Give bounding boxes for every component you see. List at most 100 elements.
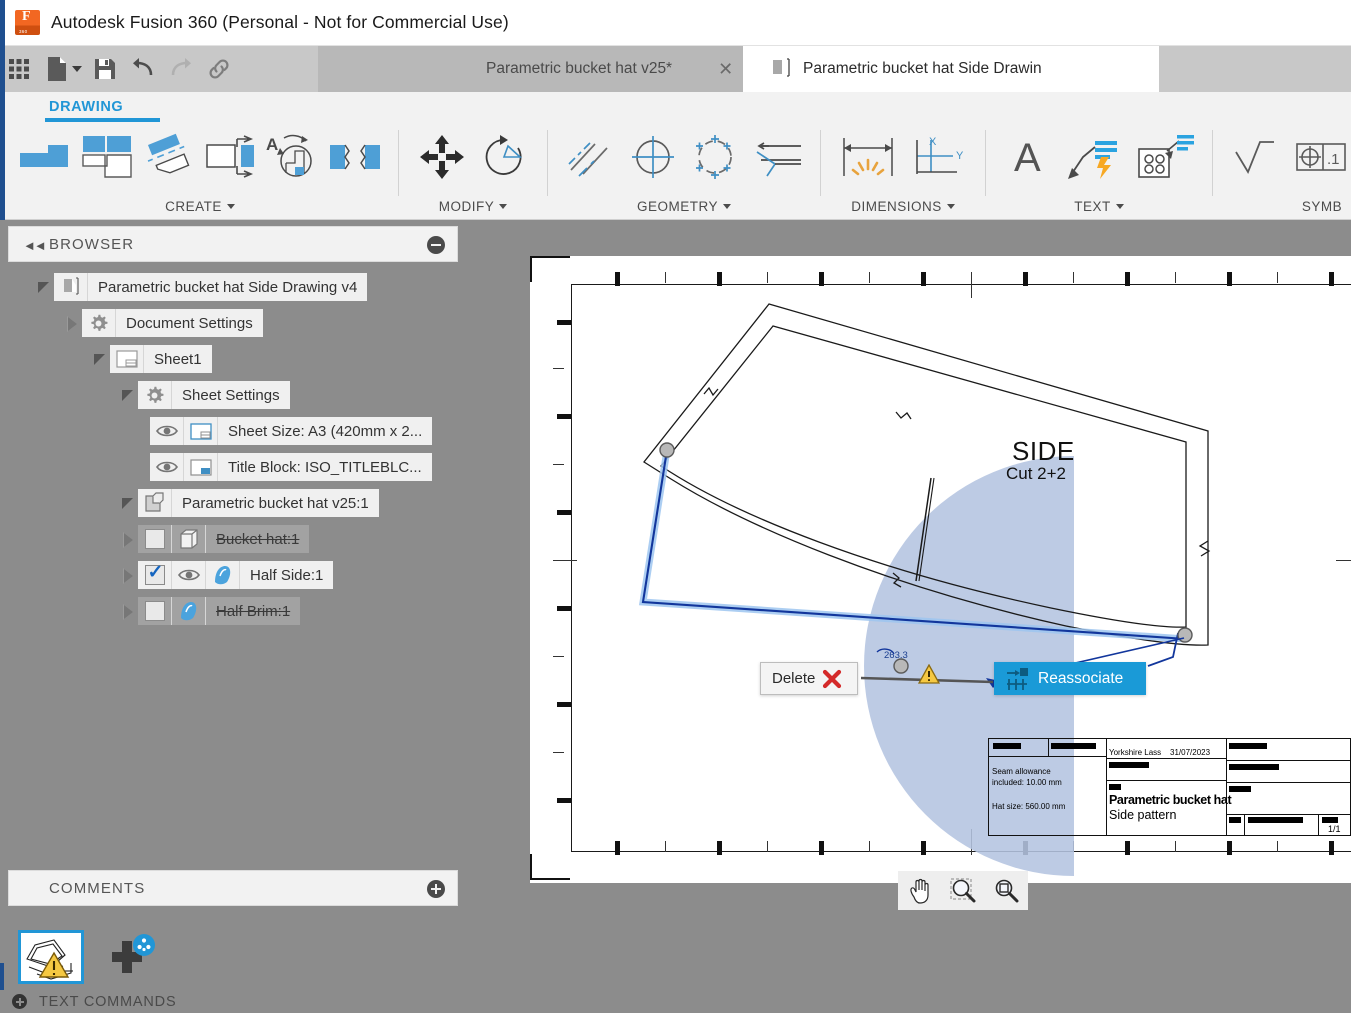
titleblock-title-line2: Side pattern <box>1109 808 1176 822</box>
app-grid-button[interactable] <box>0 50 38 88</box>
bolt-hole-circle-button[interactable] <box>684 126 746 188</box>
ribbon-panel-modify-label[interactable]: MODIFY <box>439 199 508 218</box>
warning-triangle-icon[interactable] <box>918 664 940 689</box>
ordinate-dimension-button[interactable]: X Y <box>903 126 973 188</box>
add-marker-icon[interactable] <box>104 934 160 980</box>
titleblock-bar <box>1322 817 1338 823</box>
reassociate-button[interactable]: Reassociate <box>994 662 1146 695</box>
grid-icon <box>8 58 30 80</box>
twisty-open-icon[interactable] <box>120 387 136 403</box>
tree-node-sheet-settings[interactable]: Sheet Settings <box>8 380 458 410</box>
window-title-bar: Autodesk Fusion 360 (Personal - Not for … <box>0 0 1351 46</box>
visibility-checkbox[interactable] <box>138 597 172 625</box>
twisty-closed-icon[interactable] <box>120 567 136 583</box>
twisty-open-icon[interactable] <box>92 351 108 367</box>
eye-icon[interactable] <box>172 561 206 589</box>
twisty-open-icon[interactable] <box>120 495 136 511</box>
minus-circle-icon[interactable] <box>427 236 445 254</box>
feature-control-frame-button[interactable]: .1 <box>1287 126 1351 188</box>
surface-icon <box>172 597 206 625</box>
zoom-button[interactable] <box>944 874 982 908</box>
twisty-closed-icon[interactable] <box>120 531 136 547</box>
plus-circle-icon[interactable] <box>12 994 27 1009</box>
window-accent-strip <box>0 0 5 46</box>
pan-button[interactable] <box>901 874 939 908</box>
save-button[interactable] <box>86 50 124 88</box>
new-document-dropdown-caret[interactable] <box>72 66 82 72</box>
tree-node-body: Sheet1 <box>110 345 212 373</box>
comments-header[interactable]: COMMENTS <box>8 870 458 906</box>
zoom-fit-button[interactable] <box>987 874 1025 908</box>
ribbon-panel-create-label[interactable]: CREATE <box>165 199 235 218</box>
section-view-button[interactable] <box>200 126 262 188</box>
detail-view-button[interactable]: A <box>262 126 324 188</box>
rotate-view-button[interactable] <box>473 126 535 188</box>
move-view-button[interactable] <box>411 126 473 188</box>
centerline-button[interactable] <box>560 126 622 188</box>
geometry-label-text: GEOMETRY <box>637 199 718 214</box>
document-tab-0[interactable]: Parametric bucket hat v25* ✕ <box>318 46 743 92</box>
ribbon-panel-geometry-label[interactable]: GEOMETRY <box>637 199 731 218</box>
new-document-button[interactable] <box>38 50 76 88</box>
drawing-sheet-icon <box>769 57 793 81</box>
leader-note-button[interactable] <box>1060 126 1130 188</box>
twisty-open-icon[interactable] <box>36 279 52 295</box>
drawing-canvas[interactable]: 263.3 SIDE Cut 2+2 <box>466 226 1351 920</box>
text-button[interactable]: A <box>998 126 1060 188</box>
arc-dimension-value[interactable]: 263.3 <box>884 650 908 661</box>
ribbon-panel-text-label[interactable]: TEXT <box>1074 199 1124 218</box>
delete-button[interactable]: Delete <box>760 662 858 695</box>
ribbon-tab-active-underline <box>45 118 160 122</box>
drawing-thumbnail-warning[interactable] <box>18 930 84 984</box>
document-tab-1[interactable]: Parametric bucket hat Side Drawin <box>743 46 1159 92</box>
ribbon-panel-modify: MODIFY <box>403 124 543 218</box>
title-block[interactable]: Seam allowance included: 10.00 mm Hat si… <box>988 738 1351 836</box>
reassociate-button-label: Reassociate <box>1038 670 1123 688</box>
redo-button[interactable] <box>162 50 200 88</box>
share-link-button[interactable] <box>200 50 238 88</box>
panel-divider <box>820 130 821 196</box>
projected-view-button[interactable] <box>76 126 138 188</box>
tree-node-document-settings[interactable]: Document Settings <box>8 308 458 338</box>
centerline-icon <box>565 134 617 180</box>
tree-node-body: Half Brim:1 <box>138 597 300 625</box>
titleblock-bar <box>1229 743 1267 749</box>
ribbon-panel-dimensions-label[interactable]: DIMENSIONS <box>851 199 955 218</box>
tree-node-component[interactable]: Parametric bucket hat v25:1 <box>8 488 458 518</box>
hole-table-button[interactable] <box>1130 126 1200 188</box>
tree-node-body: Sheet Settings <box>138 381 290 409</box>
eye-icon[interactable] <box>150 417 184 445</box>
text-commands-bar[interactable]: TEXT COMMANDS <box>0 990 1351 1013</box>
tree-node-title-block[interactable]: Title Block: ISO_TITLEBLC... <box>8 452 458 482</box>
center-mark-button[interactable] <box>622 126 684 188</box>
twisty-closed-icon[interactable] <box>64 315 80 331</box>
tab-drawing[interactable]: DRAWING <box>45 99 127 115</box>
undo-button[interactable] <box>124 50 162 88</box>
sheet-size-icon <box>184 417 218 445</box>
fusion360-window: Autodesk Fusion 360 (Personal - Not for … <box>0 0 1351 1013</box>
edge-extension-button[interactable] <box>746 126 808 188</box>
tree-node-sheet-size[interactable]: Sheet Size: A3 (420mm x 2... <box>8 416 458 446</box>
break-view-button[interactable] <box>324 126 386 188</box>
tree-node-drawing-root[interactable]: Parametric bucket hat Side Drawing v4 <box>8 272 458 302</box>
visibility-checkbox[interactable] <box>138 525 172 553</box>
surface-texture-button[interactable] <box>1225 126 1287 188</box>
letter-a-icon: A <box>1008 134 1050 180</box>
document-tab-0-close-icon[interactable]: ✕ <box>718 60 733 78</box>
tree-node-sheet1[interactable]: Sheet1 <box>8 344 458 374</box>
tree-node-half-side[interactable]: Half Side:1 <box>8 560 458 590</box>
visibility-checkbox[interactable] <box>138 561 172 589</box>
tree-node-body: Parametric bucket hat Side Drawing v4 <box>54 273 367 301</box>
surface-finish-icon <box>1230 134 1282 180</box>
auxiliary-view-button[interactable] <box>138 126 200 188</box>
double-left-chevron-icon[interactable]: ◄◄ <box>23 238 45 253</box>
base-view-button[interactable] <box>14 126 76 188</box>
dimension-button[interactable] <box>833 126 903 188</box>
tree-node-half-brim[interactable]: Half Brim:1 <box>8 596 458 626</box>
plus-circle-icon[interactable] <box>427 880 445 898</box>
linear-dimension-icon <box>839 134 897 180</box>
eye-icon[interactable] <box>150 453 184 481</box>
table-note-icon <box>1135 133 1195 181</box>
tree-node-bucket-hat[interactable]: Bucket hat:1 <box>8 524 458 554</box>
twisty-closed-icon[interactable] <box>120 603 136 619</box>
